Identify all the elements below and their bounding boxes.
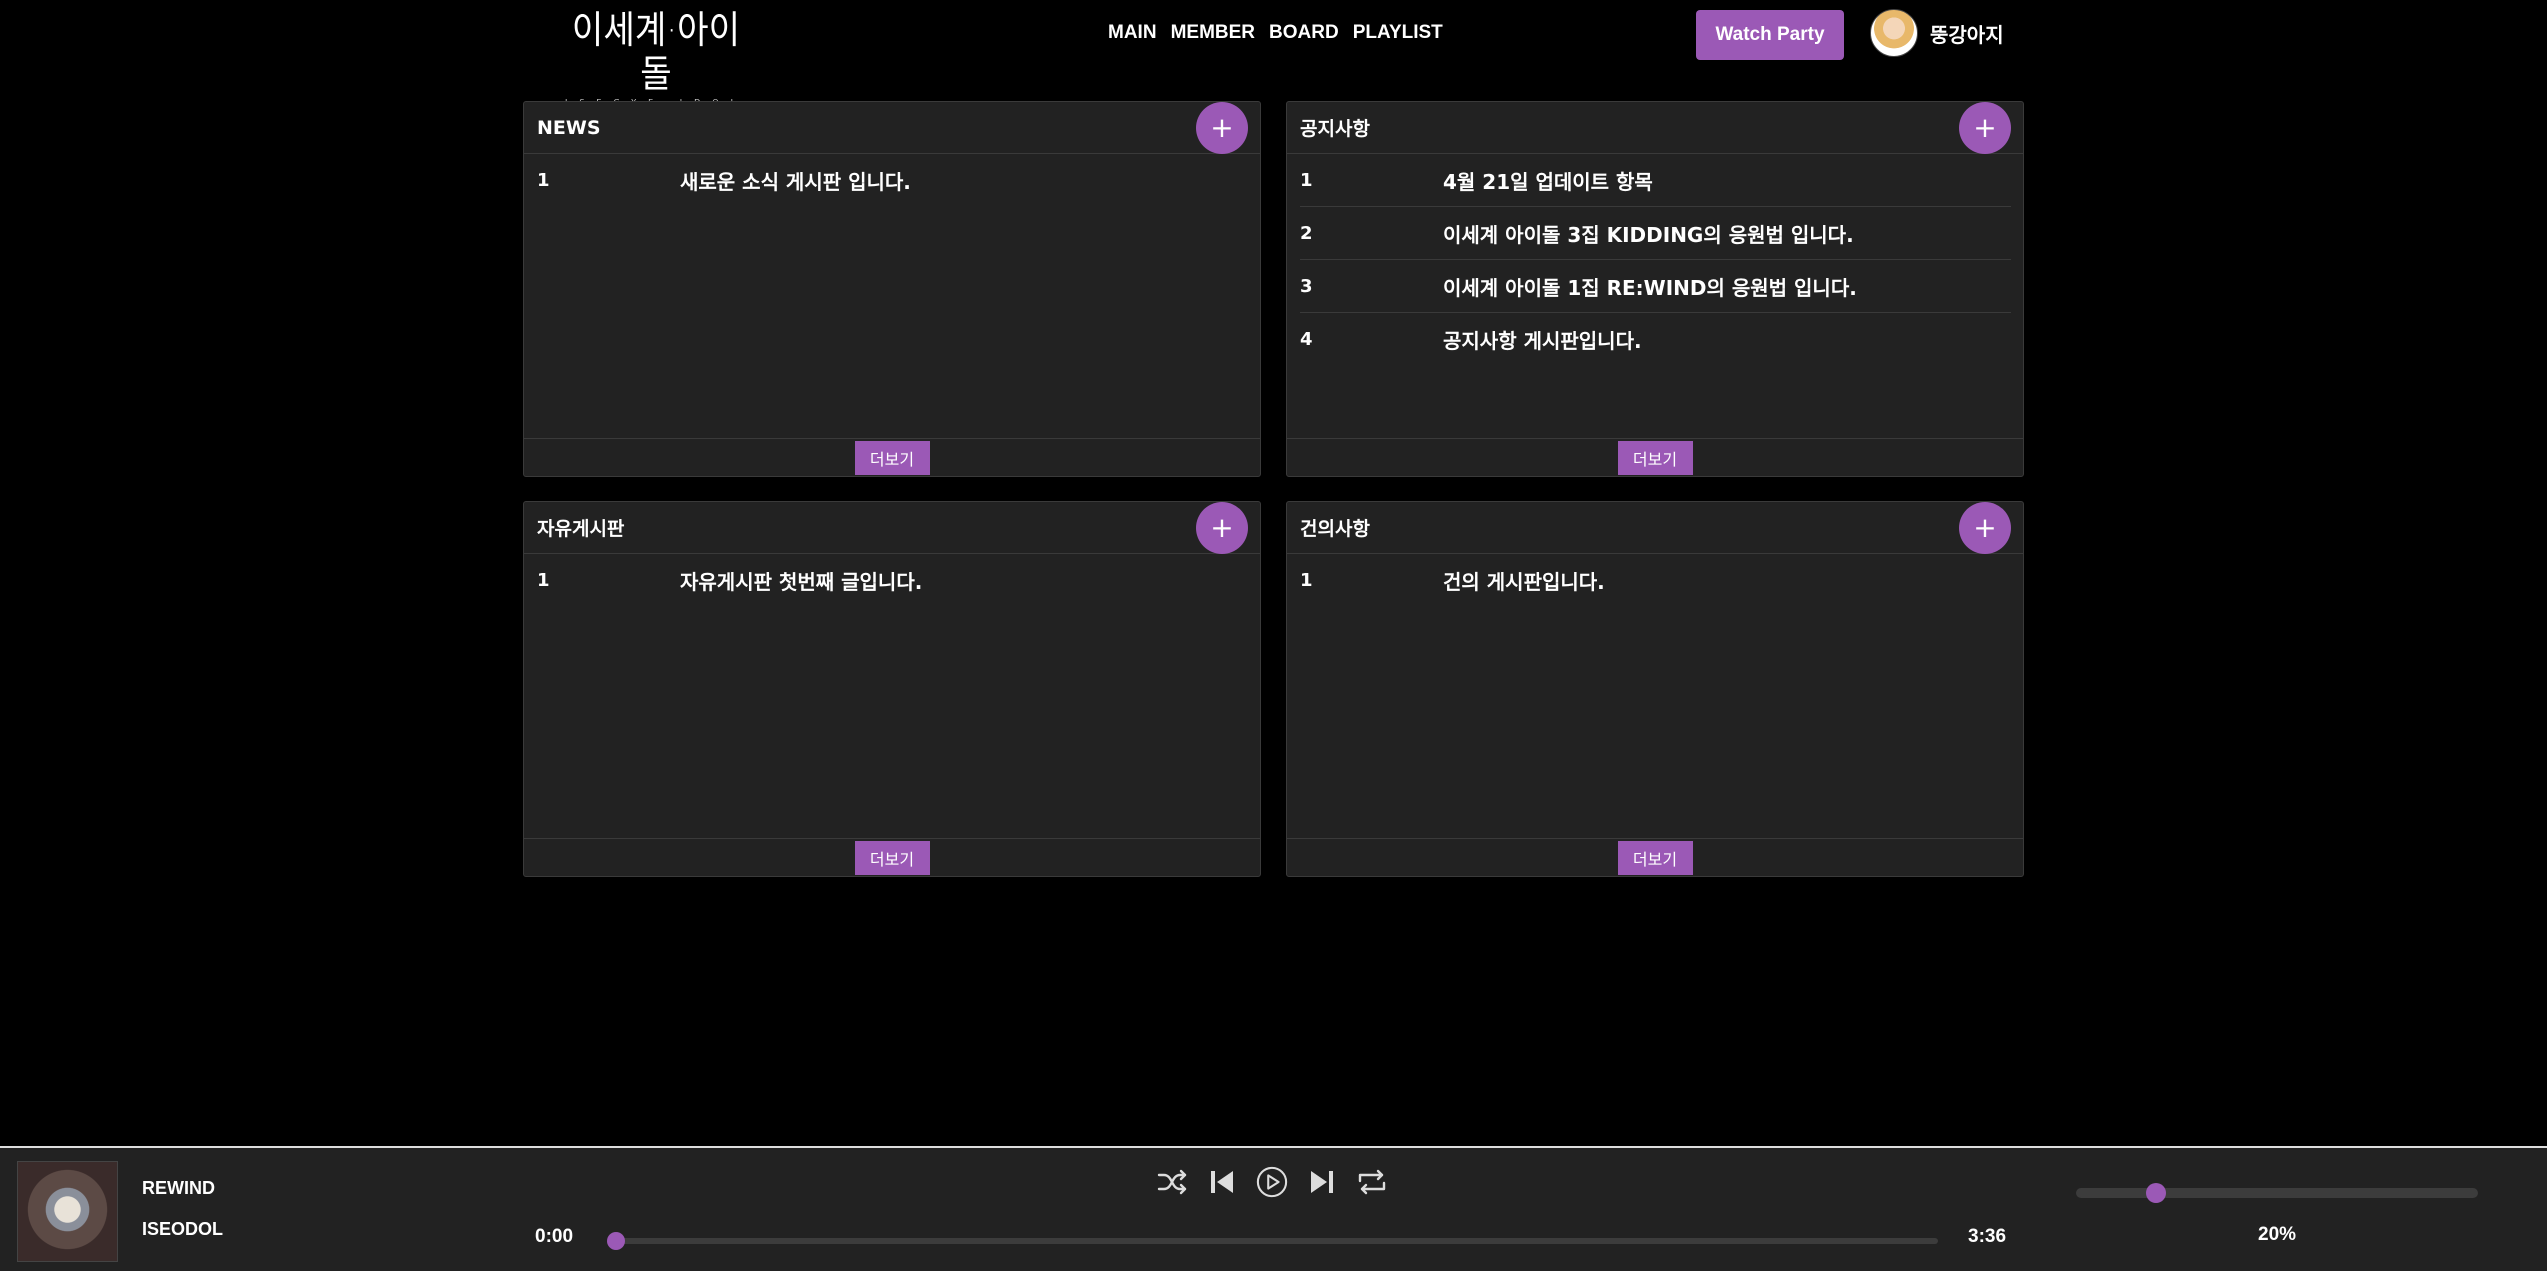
board-title: 건의사항 <box>1300 518 1370 540</box>
list-item[interactable]: 2 이세계 아이돌 3집 KIDDING의 응원법 입니다. <box>1300 207 2011 260</box>
main-nav: MAIN MEMBER BOARD PLAYLIST <box>1108 22 1443 44</box>
more-button[interactable]: 더보기 <box>1617 440 1693 475</box>
current-time: 0:00 <box>535 1226 574 1247</box>
board-header: 건의사항 + <box>1287 501 2023 554</box>
post-title[interactable]: 자유게시판 첫번째 글입니다. <box>680 566 922 595</box>
post-title[interactable]: 이세계 아이돌 3집 KIDDING의 응원법 입니다. <box>1443 219 1854 248</box>
board-header: NEWS + <box>524 101 1260 154</box>
header: 이세계·아이돌 ISEGYE IDOL MAIN MEMBER BOARD PL… <box>0 0 2547 107</box>
post-number: 2 <box>1300 222 1313 244</box>
list-item[interactable]: 3 이세계 아이돌 1집 RE:WIND의 응원법 입니다. <box>1300 260 2011 313</box>
nav-member[interactable]: MEMBER <box>1171 22 1255 44</box>
list-item[interactable]: 4 공지사항 게시판입니다. <box>1300 313 2011 366</box>
shuffle-icon[interactable] <box>1156 1164 1188 1200</box>
album-cover <box>17 1161 118 1262</box>
add-post-button[interactable]: + <box>1959 501 2011 554</box>
board-footer: 더보기 <box>1287 838 2023 876</box>
board-title: 공지사항 <box>1300 118 1370 140</box>
post-list: 1 자유게시판 첫번째 글입니다. <box>524 554 1260 838</box>
song-title: REWIND <box>142 1178 215 1198</box>
next-icon[interactable] <box>1306 1164 1338 1200</box>
music-player: REWIND ISEODOL 0:00 3:36 20% <box>0 1146 2547 1271</box>
post-number: 1 <box>1300 570 1313 591</box>
site-logo[interactable]: 이세계·아이돌 ISEGYE IDOL <box>560 8 752 107</box>
add-post-button[interactable]: + <box>1959 101 2011 154</box>
list-item[interactable]: 1 4월 21일 업데이트 항목 <box>1300 154 2011 207</box>
list-item[interactable]: 1 새로운 소식 게시판 입니다. <box>537 154 1248 207</box>
progress-handle[interactable] <box>607 1232 625 1250</box>
post-title[interactable]: 건의 게시판입니다. <box>1443 566 1605 595</box>
board-header: 공지사항 + <box>1287 101 2023 154</box>
board-header: 자유게시판 + <box>524 501 1260 554</box>
post-title[interactable]: 4월 21일 업데이트 항목 <box>1443 166 1653 195</box>
volume-level: 20% <box>2258 1224 2297 1245</box>
nav-board[interactable]: BOARD <box>1269 22 1339 44</box>
repeat-icon[interactable] <box>1356 1164 1388 1200</box>
post-number: 4 <box>1300 329 1313 350</box>
post-list: 1 새로운 소식 게시판 입니다. <box>524 154 1260 438</box>
board-footer: 더보기 <box>1287 438 2023 476</box>
nav-playlist[interactable]: PLAYLIST <box>1353 22 1443 44</box>
post-number: 1 <box>537 570 550 591</box>
volume-handle[interactable] <box>2146 1183 2167 1203</box>
post-title[interactable]: 이세계 아이돌 1집 RE:WIND의 응원법 입니다. <box>1443 272 1857 301</box>
avatar[interactable] <box>1870 9 1918 57</box>
add-post-button[interactable]: + <box>1196 101 1248 154</box>
more-button[interactable]: 더보기 <box>854 840 930 875</box>
watch-party-button[interactable]: Watch Party <box>1696 10 1844 60</box>
song-artist: ISEODOL <box>142 1219 224 1239</box>
list-item[interactable]: 1 자유게시판 첫번째 글입니다. <box>537 554 1248 607</box>
add-post-button[interactable]: + <box>1196 501 1248 554</box>
post-title[interactable]: 새로운 소식 게시판 입니다. <box>680 166 911 195</box>
player-controls <box>1156 1164 1388 1200</box>
board-free: 자유게시판 + 1 자유게시판 첫번째 글입니다. 더보기 <box>523 501 1261 877</box>
post-list: 1 건의 게시판입니다. <box>1287 554 2023 838</box>
board-notice: 공지사항 + 1 4월 21일 업데이트 항목 2 이세계 아이돌 3집 KID… <box>1286 101 2024 477</box>
previous-icon[interactable] <box>1206 1164 1238 1200</box>
play-icon[interactable] <box>1256 1164 1288 1200</box>
volume-slider[interactable] <box>2076 1183 2478 1203</box>
user-menu[interactable]: 뚱강아지 <box>1870 9 2004 57</box>
username: 뚱강아지 <box>1930 22 2004 47</box>
board-footer: 더보기 <box>524 838 1260 876</box>
post-list: 1 4월 21일 업데이트 항목 2 이세계 아이돌 3집 KIDDING의 응… <box>1287 154 2023 438</box>
board-suggestion: 건의사항 + 1 건의 게시판입니다. 더보기 <box>1286 501 2024 877</box>
duration: 3:36 <box>1968 1226 2007 1247</box>
logo-text: 이세계·아이돌 <box>571 8 741 96</box>
board-footer: 더보기 <box>524 438 1260 476</box>
post-number: 1 <box>1300 169 1313 191</box>
board-title: NEWS <box>537 116 601 139</box>
board-title: 자유게시판 <box>537 518 625 540</box>
list-item[interactable]: 1 건의 게시판입니다. <box>1300 554 2011 607</box>
nav-main[interactable]: MAIN <box>1108 22 1157 44</box>
post-number: 1 <box>537 170 550 191</box>
more-button[interactable]: 더보기 <box>854 440 930 475</box>
post-title[interactable]: 공지사항 게시판입니다. <box>1443 325 1642 354</box>
more-button[interactable]: 더보기 <box>1617 840 1693 875</box>
board-news: NEWS + 1 새로운 소식 게시판 입니다. 더보기 <box>523 101 1261 477</box>
post-number: 3 <box>1300 275 1313 297</box>
progress-bar[interactable] <box>607 1232 1938 1250</box>
